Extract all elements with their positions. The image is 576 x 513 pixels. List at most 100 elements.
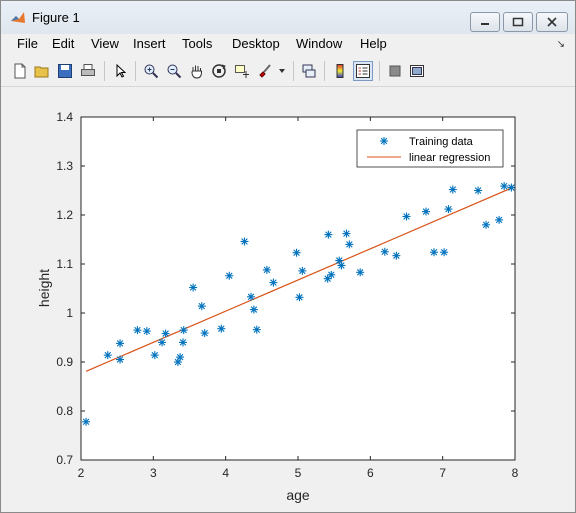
title-bar[interactable]: Figure 1 [1,1,575,34]
y-tick-label: 0.8 [56,404,73,418]
toolbar-separator [324,61,325,81]
data-point [380,247,389,256]
print-button[interactable] [78,61,98,81]
data-point [482,220,491,229]
colorbar-icon [336,64,344,78]
zoom-out-button[interactable] [164,61,184,81]
data-point [345,240,354,249]
pan-button[interactable] [187,61,207,81]
data-point [298,266,307,275]
legend[interactable]: Training data linear regression [356,129,504,168]
figure-canvas: 2 3 4 5 6 7 8 0.7 0.8 0.9 1 1.1 1.2 1.3 1.4 age height… [4,87,572,509]
y-tick-label: 1.3 [56,159,73,173]
brush-dropdown-button[interactable] [277,61,287,81]
data-point [262,265,271,274]
menu-help[interactable]: Help [360,36,387,51]
data-point [189,283,198,292]
y-tick-label: 1.2 [56,208,73,222]
link-plot-button[interactable] [299,61,319,81]
y-tick-label: 1 [66,306,73,320]
data-point [440,248,449,257]
data-point [200,329,209,338]
data-point [197,302,206,311]
brush-icon [259,64,271,78]
window-title: Figure 1 [32,10,80,25]
print-icon [81,64,95,76]
rotate-3d-button[interactable] [209,61,229,81]
data-point [474,186,483,195]
data-point [176,353,185,362]
data-point [225,271,234,280]
data-point [133,326,142,335]
x-tick-label: 7 [439,466,446,480]
dock-figure-icon[interactable]: ↘ [557,39,565,50]
data-point [337,261,346,270]
save-icon [58,64,72,78]
y-tick-label: 1.1 [56,257,73,271]
menu-edit[interactable]: Edit [52,36,74,51]
data-point [252,325,261,334]
data-point [295,293,304,302]
menu-file[interactable]: File [17,36,38,51]
open-file-button[interactable] [32,61,52,81]
open-file-icon [34,66,49,78]
menu-window[interactable]: Window [296,36,342,51]
toolbar-separator [135,61,136,81]
data-point [116,355,125,364]
menu-view[interactable]: View [91,36,119,51]
minimize-icon [481,23,489,25]
data-point [142,327,151,336]
colorbar-button[interactable] [330,61,350,81]
data-point [402,212,411,221]
x-axis-label: age [286,487,310,503]
hide-plot-tools-icon [389,65,401,77]
pan-hand-icon [191,65,202,79]
data-point [103,351,112,360]
data-point [116,339,125,348]
close-button[interactable] [536,12,568,32]
data-point [422,207,431,216]
menu-insert[interactable]: Insert [133,36,166,51]
x-tick-label: 6 [367,466,374,480]
toolbar-separator [379,61,380,81]
maximize-button[interactable] [503,12,533,32]
figure-window: Figure 1 File Edit View Insert Tools Des… [0,0,576,513]
new-figure-button[interactable] [10,61,30,81]
select-arrow-button[interactable] [110,61,130,81]
close-icon [547,17,557,27]
zoom-out-icon [167,64,182,79]
show-plot-tools-button[interactable] [407,61,427,81]
hide-plot-tools-button[interactable] [385,61,405,81]
scatter-chart: 2 3 4 5 6 7 8 0.7 0.8 0.9 1 1.1 1.2 1.3 1.4 age height… [36,110,519,503]
menu-tools[interactable]: Tools [182,36,212,51]
legend-icon [356,64,370,78]
data-point [240,237,249,246]
show-plot-tools-icon [410,65,424,77]
legend-button[interactable] [353,61,373,81]
toolbar-separator [293,61,294,81]
maximize-icon [512,17,524,27]
chevron-down-icon [279,69,285,73]
matlab-logo-icon [11,12,25,23]
x-tick-label: 8 [512,466,519,480]
zoom-in-button[interactable] [141,61,161,81]
y-tick-label: 0.9 [56,355,73,369]
data-point [150,351,159,360]
data-point [161,329,170,338]
axes-background [81,117,515,460]
y-tick-label: 1.4 [56,110,73,124]
save-button[interactable] [55,61,75,81]
new-figure-icon [14,63,26,79]
data-point [158,338,167,347]
data-point [356,268,365,277]
brush-button[interactable] [255,61,275,81]
data-cursor-button[interactable] [232,61,252,81]
minimize-button[interactable] [470,12,500,32]
data-point [249,305,258,314]
select-arrow-icon [116,63,127,78]
legend-marker-training-data [380,137,388,145]
menu-desktop[interactable]: Desktop [232,36,280,51]
data-point [392,251,401,260]
data-point [495,215,504,224]
zoom-in-icon [144,64,159,79]
